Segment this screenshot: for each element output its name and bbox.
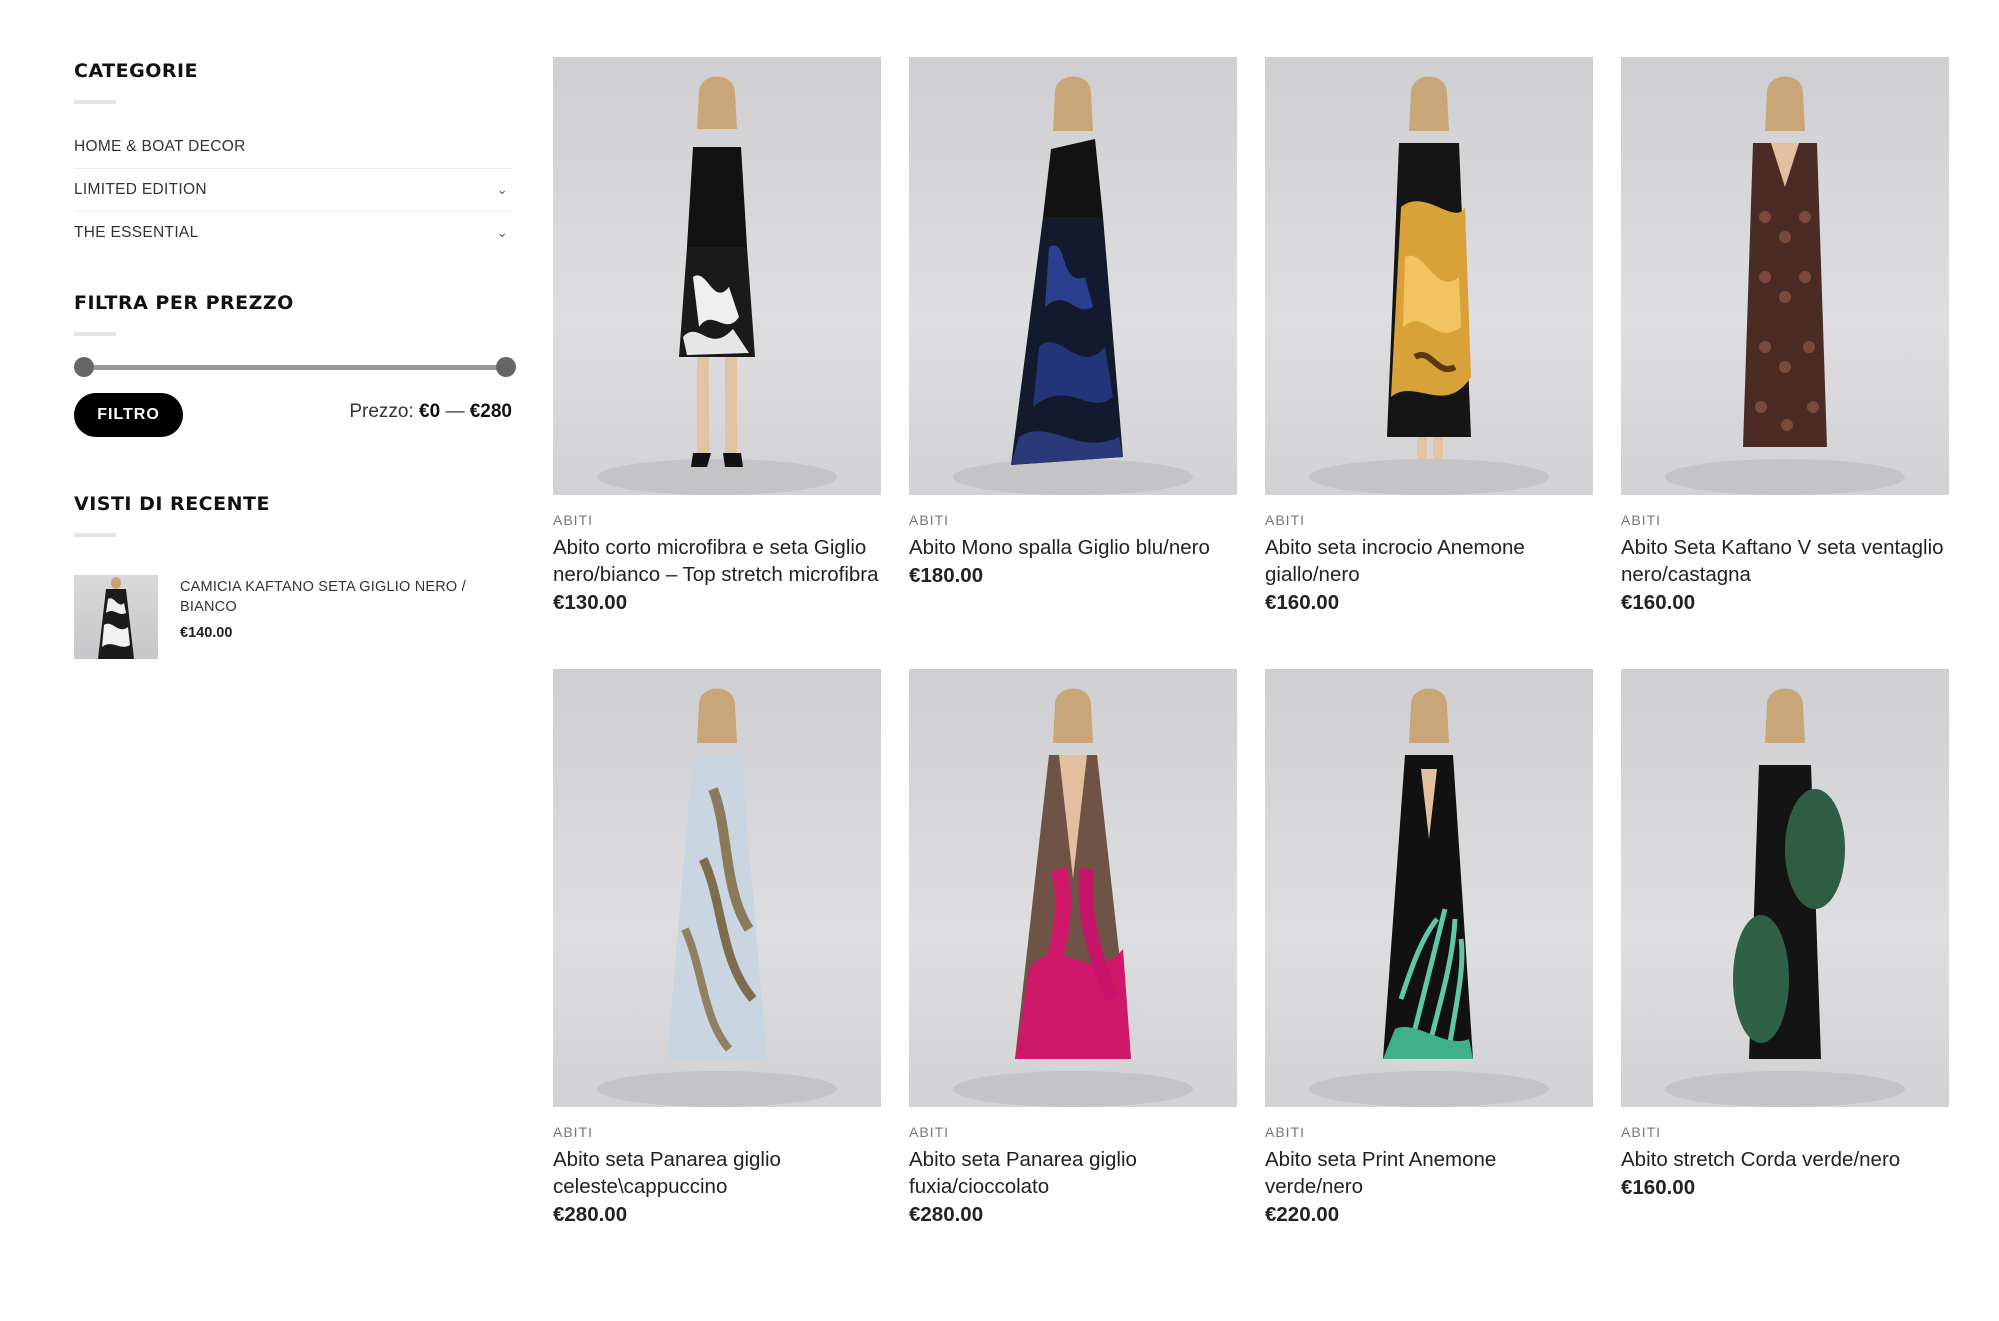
product-price: €220.00: [1265, 1203, 1340, 1226]
product-name[interactable]: Abito corto microfibra e seta Giglio ner…: [553, 534, 881, 588]
product-category[interactable]: ABITI: [553, 512, 881, 528]
product-price: €280.00: [553, 1203, 628, 1226]
product-image[interactable]: [1621, 57, 1949, 495]
product-card[interactable]: ABITI Abito seta Panarea giglio fuxia/ci…: [909, 669, 1237, 1227]
product-image[interactable]: [909, 57, 1237, 495]
title-divider: [74, 533, 116, 537]
price-min: €0: [419, 401, 441, 422]
product-image[interactable]: [1265, 57, 1593, 495]
price-row: FILTRO Prezzo: €0 — €280: [74, 393, 512, 437]
sidebar: CATEGORIE HOME & BOAT DECOR LIMITED EDIT…: [74, 60, 516, 660]
price-filter-title: FILTRA PER PREZZO: [74, 292, 294, 314]
product-category[interactable]: ABITI: [553, 1124, 881, 1140]
product-price: €160.00: [1621, 1176, 1696, 1199]
product-image[interactable]: [909, 669, 1237, 1107]
category-item-the-essential[interactable]: THE ESSENTIAL ⌄: [74, 211, 512, 254]
shop-page: CATEGORIE HOME & BOAT DECOR LIMITED EDIT…: [0, 0, 1999, 1321]
chevron-down-icon[interactable]: ⌄: [497, 212, 508, 254]
price-separator: —: [445, 401, 465, 422]
product-category[interactable]: ABITI: [909, 512, 1237, 528]
product-category[interactable]: ABITI: [1265, 1124, 1593, 1140]
recently-viewed-widget: VISTI DI RECENTE CAMICIA KAFTANO SETA GI…: [74, 493, 512, 660]
slider-track: [84, 365, 506, 370]
recent-product[interactable]: CAMICIA KAFTANO SETA GIGLIO NERO / BIANC…: [74, 575, 512, 660]
price-prefix: Prezzo:: [349, 401, 414, 422]
product-price: €160.00: [1621, 591, 1696, 614]
product-name[interactable]: Abito Seta Kaftano V seta ventaglio nero…: [1621, 534, 1949, 588]
chevron-down-icon[interactable]: ⌄: [497, 169, 508, 211]
product-price: €160.00: [1265, 591, 1340, 614]
product-name[interactable]: Abito seta Panarea giglio celeste\cappuc…: [553, 1146, 881, 1200]
product-grid: ABITI Abito corto microfibra e seta Gigl…: [553, 57, 1949, 1227]
categories-title: CATEGORIE: [74, 60, 199, 82]
product-price: €180.00: [909, 564, 984, 587]
product-category[interactable]: ABITI: [1621, 1124, 1949, 1140]
price-range-slider[interactable]: [74, 356, 516, 378]
product-category[interactable]: ABITI: [909, 1124, 1237, 1140]
product-name[interactable]: Abito Mono spalla Giglio blu/nero: [909, 534, 1237, 561]
price-range-label: Prezzo: €0 — €280: [349, 401, 512, 423]
category-item-home-boat-decor[interactable]: HOME & BOAT DECOR: [74, 126, 512, 168]
product-card[interactable]: ABITI Abito Seta Kaftano V seta ventagli…: [1621, 57, 1949, 615]
product-category[interactable]: ABITI: [1265, 512, 1593, 528]
filter-button[interactable]: FILTRO: [74, 393, 183, 437]
categories-widget: CATEGORIE HOME & BOAT DECOR LIMITED EDIT…: [74, 60, 512, 254]
product-price: €130.00: [553, 591, 628, 614]
product-card[interactable]: ABITI Abito seta Print Anemone verde/ner…: [1265, 669, 1593, 1227]
slider-min-handle[interactable]: [74, 357, 94, 377]
product-image[interactable]: [1621, 669, 1949, 1107]
product-name[interactable]: Abito seta Panarea giglio fuxia/cioccola…: [909, 1146, 1237, 1200]
product-image[interactable]: [553, 669, 881, 1107]
recently-viewed-title: VISTI DI RECENTE: [74, 493, 270, 515]
category-label: LIMITED EDITION: [74, 181, 207, 198]
slider-max-handle[interactable]: [496, 357, 516, 377]
product-card[interactable]: ABITI Abito corto microfibra e seta Gigl…: [553, 57, 881, 615]
category-label: HOME & BOAT DECOR: [74, 138, 246, 155]
category-list: HOME & BOAT DECOR LIMITED EDITION ⌄ THE …: [74, 126, 512, 254]
category-label: THE ESSENTIAL: [74, 224, 199, 241]
price-max: €280: [469, 401, 512, 422]
product-card[interactable]: ABITI Abito seta incrocio Anemone giallo…: [1265, 57, 1593, 615]
recent-product-thumbnail[interactable]: [74, 575, 158, 659]
product-image[interactable]: [1265, 669, 1593, 1107]
recent-product-name[interactable]: CAMICIA KAFTANO SETA GIGLIO NERO / BIANC…: [180, 577, 510, 617]
product-image[interactable]: [553, 57, 881, 495]
product-card[interactable]: ABITI Abito Mono spalla Giglio blu/nero …: [909, 57, 1237, 615]
product-price: €280.00: [909, 1203, 984, 1226]
title-divider: [74, 332, 116, 336]
product-name[interactable]: Abito seta incrocio Anemone giallo/nero: [1265, 534, 1593, 588]
recent-product-price: €140.00: [180, 625, 233, 641]
category-item-limited-edition[interactable]: LIMITED EDITION ⌄: [74, 168, 512, 211]
product-card[interactable]: ABITI Abito stretch Corda verde/nero €16…: [1621, 669, 1949, 1227]
product-card[interactable]: ABITI Abito seta Panarea giglio celeste\…: [553, 669, 881, 1227]
title-divider: [74, 100, 116, 104]
product-name[interactable]: Abito stretch Corda verde/nero: [1621, 1146, 1949, 1173]
product-category[interactable]: ABITI: [1621, 512, 1949, 528]
product-name[interactable]: Abito seta Print Anemone verde/nero: [1265, 1146, 1593, 1200]
price-filter-widget: FILTRA PER PREZZO FILTRO Prezzo: €0 — €2…: [74, 292, 516, 437]
